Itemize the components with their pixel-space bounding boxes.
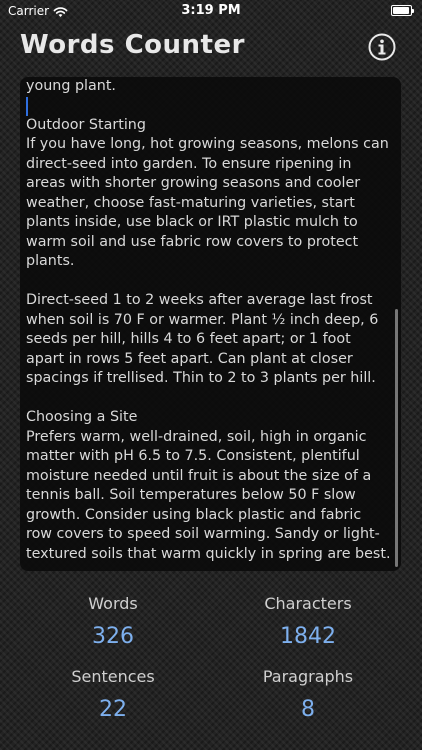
editor-line: plants inside, use black or IRT plastic …	[26, 214, 358, 230]
editor-line: direct-seed into garden. To ensure ripen…	[26, 155, 352, 172]
sentences-value: 22	[99, 697, 127, 722]
stat-paragraphs: Paragraphs 8	[208, 667, 408, 722]
info-icon	[368, 33, 396, 61]
editor-line: moisture needed until fruit is about the…	[26, 467, 372, 484]
editor-line: Choosing a Site	[26, 409, 138, 425]
sentences-label: Sentences	[71, 667, 155, 686]
editor-line: young plant.	[26, 78, 116, 94]
characters-value: 1842	[280, 624, 336, 649]
editor-line: areas with shorter growing seasons and c…	[26, 175, 361, 191]
paragraphs-value: 8	[301, 697, 315, 722]
editor-text[interactable]: young plant. Outdoor Starting If you have …	[26, 77, 399, 564]
editor-line: Direct-seed 1 to 2 weeks after average l…	[26, 292, 373, 308]
words-label: Words	[88, 594, 138, 613]
scroll-indicator[interactable]	[395, 309, 398, 567]
characters-label: Characters	[264, 594, 352, 613]
editor-line: textured soils that warm quickly in spri…	[26, 545, 391, 562]
paragraphs-label: Paragraphs	[262, 667, 354, 686]
battery-icon	[391, 5, 414, 16]
info-button[interactable]	[368, 33, 396, 61]
words-value: 326	[92, 624, 134, 649]
editor-line: row covers to speed soil warming. Sandy …	[26, 526, 380, 542]
editor-line: tennis ball. Soil temperatures below 50 …	[26, 487, 356, 503]
editor-line: weather, choose fast-maturing varieties,…	[26, 194, 355, 211]
stat-words: Words 326	[13, 594, 213, 649]
editor-line: plants.	[26, 253, 75, 269]
editor-line: If you have long, hot growing seasons, m…	[26, 136, 389, 152]
editor-line: spacings if trellised. Thin to 2 to 3 pl…	[26, 370, 376, 386]
editor-line: when soil is 70 F or warmer. Plant ½ inc…	[26, 311, 379, 328]
editor-line: Outdoor Starting	[26, 116, 146, 133]
editor-line: matter with pH 6.5 to 7.5. Consistent, p…	[26, 448, 360, 464]
text-editor[interactable]: young plant. Outdoor Starting If you have …	[20, 77, 401, 571]
text-cursor	[26, 96, 28, 116]
stat-characters: Characters 1842	[208, 594, 408, 649]
page-title: Words Counter	[20, 30, 245, 60]
editor-line: Prefers warm, well-drained, soil, high i…	[26, 428, 367, 445]
stat-sentences: Sentences 22	[13, 667, 213, 722]
editor-line: growth. Consider using black plastic and…	[26, 506, 362, 523]
editor-line: seeds per hill, hills 4 to 6 feet apart;…	[26, 331, 351, 347]
status-bar: Carrier 3:19 PM	[0, 0, 422, 22]
editor-line: warm soil and use fabric row covers to p…	[26, 233, 359, 250]
status-time: 3:19 PM	[181, 3, 241, 18]
editor-line: apart in rows 5 feet apart. Can plant at…	[26, 350, 353, 367]
